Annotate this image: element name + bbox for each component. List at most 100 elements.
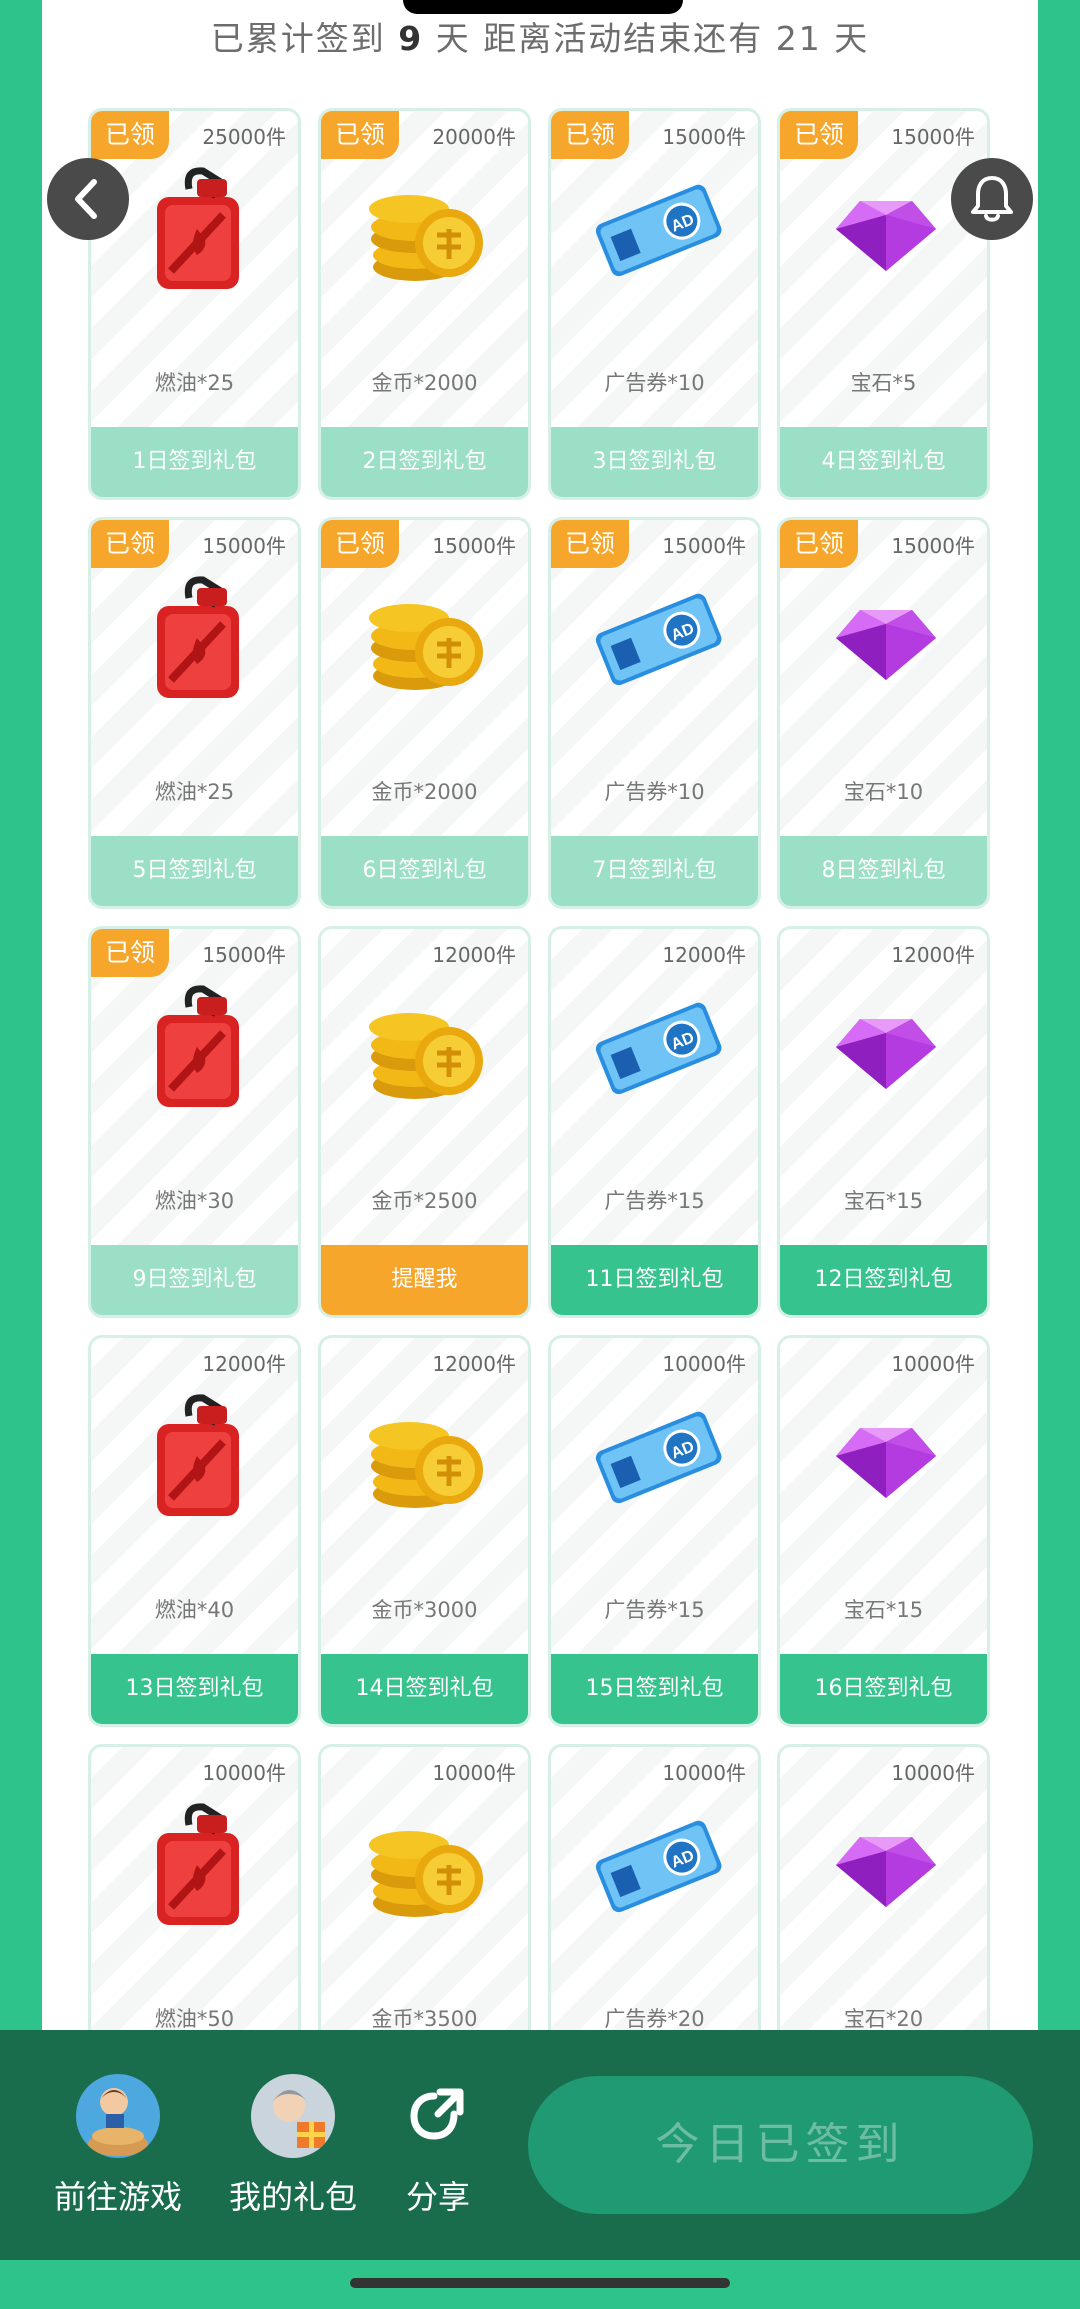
share-icon: [410, 2088, 464, 2140]
reward-card: 12000件 金币*2500 提醒我: [318, 926, 531, 1318]
fuel-can-icon: [127, 1386, 267, 1526]
gift-pack-button[interactable]: 7日签到礼包: [551, 836, 758, 906]
ad-ticket-icon: AD: [587, 1795, 727, 1935]
gift-pack-button[interactable]: 9日签到礼包: [91, 1245, 298, 1315]
game-avatar-icon: [76, 2074, 160, 2158]
reward-name: 宝石*5: [850, 371, 917, 395]
gift-pack-button[interactable]: 3日签到礼包: [551, 427, 758, 497]
gift-pack-button[interactable]: 13日签到礼包: [91, 1654, 298, 1724]
gift-pack-button[interactable]: 2日签到礼包: [321, 427, 528, 497]
fuel-can-icon: [127, 977, 267, 1117]
reward-name: 金币*3500: [371, 2007, 478, 2031]
gold-coins-icon: [357, 1386, 497, 1526]
gift-pack-button[interactable]: 4日签到礼包: [780, 427, 987, 497]
reward-name: 宝石*20: [843, 2007, 924, 2031]
stock-count: 12000件: [202, 1352, 286, 1376]
reward-name: 宝石*15: [843, 1189, 924, 1213]
fuel-can-icon: [127, 568, 267, 708]
reward-name: 金币*2500: [371, 1189, 478, 1213]
stock-count: 12000件: [891, 943, 975, 967]
stock-count: 15000件: [202, 534, 286, 558]
stock-count: 10000件: [432, 1761, 516, 1785]
gift-pack-button[interactable]: 1日签到礼包: [91, 427, 298, 497]
claimed-badge: 已领: [321, 111, 399, 159]
claimed-badge: 已领: [780, 111, 858, 159]
reward-name: 广告券*10: [604, 371, 705, 395]
gift-pack-button[interactable]: 12日签到礼包: [780, 1245, 987, 1315]
claimed-badge: 已领: [551, 520, 629, 568]
stock-count: 12000件: [432, 1352, 516, 1376]
gold-coins-icon: [357, 1795, 497, 1935]
reward-name: 宝石*15: [843, 1598, 924, 1622]
reward-name: 燃油*25: [154, 780, 235, 804]
reward-card: 12000件 金币*3000 14日签到礼包: [318, 1335, 531, 1727]
checkin-summary: 已累计签到 9 天 距离活动结束还有 21 天: [0, 12, 1080, 60]
gift-pack-button[interactable]: 11日签到礼包: [551, 1245, 758, 1315]
claimed-badge: 已领: [91, 520, 169, 568]
reward-card: 已领 15000件 金币*2000 6日签到礼包: [318, 517, 531, 909]
bell-icon: [971, 176, 1013, 222]
summary-suffix: 天: [834, 19, 870, 58]
summary-prefix: 已累计签到: [210, 19, 386, 58]
gift-pack-button[interactable]: 14日签到礼包: [321, 1654, 528, 1724]
ad-ticket-icon: AD: [587, 159, 727, 299]
claimed-badge: 已领: [91, 111, 169, 159]
ad-ticket-icon: AD: [587, 568, 727, 708]
stock-count: 25000件: [202, 125, 286, 149]
reward-card: 已领 15000件 燃油*25 5日签到礼包: [88, 517, 301, 909]
gift-pack-button[interactable]: 15日签到礼包: [551, 1654, 758, 1724]
ad-ticket-icon: AD: [587, 1386, 727, 1526]
purple-gem-icon: [816, 1795, 956, 1935]
back-button[interactable]: [47, 158, 129, 240]
reward-card: 10000件 宝石*15 16日签到礼包: [777, 1335, 990, 1727]
reward-name: 金币*2000: [371, 371, 478, 395]
reward-card: 12000件 燃油*40 13日签到礼包: [88, 1335, 301, 1727]
gift-pack-button[interactable]: 5日签到礼包: [91, 836, 298, 906]
stock-count: 15000件: [202, 943, 286, 967]
reward-name: 广告券*15: [604, 1189, 705, 1213]
summary-middle: 天 距离活动结束还有: [435, 19, 764, 58]
gift-pack-button[interactable]: 8日签到礼包: [780, 836, 987, 906]
gift-pack-button[interactable]: 6日签到礼包: [321, 836, 528, 906]
stock-count: 10000件: [891, 1352, 975, 1376]
reward-name: 燃油*30: [154, 1189, 235, 1213]
reward-name: 燃油*25: [154, 371, 235, 395]
remind-me-button[interactable]: 提醒我: [321, 1245, 528, 1315]
reward-card: 10000件 AD 广告券*15 15日签到礼包: [548, 1335, 761, 1727]
reward-name: 广告券*20: [604, 2007, 705, 2031]
claimed-badge: 已领: [91, 929, 169, 977]
stock-count: 15000件: [891, 534, 975, 558]
stock-count: 15000件: [662, 534, 746, 558]
stock-count: 10000件: [202, 1761, 286, 1785]
stock-count: 10000件: [662, 1761, 746, 1785]
claimed-badge: 已领: [321, 520, 399, 568]
notification-button[interactable]: [951, 158, 1033, 240]
reward-card: 已领 15000件 宝石*10 8日签到礼包: [777, 517, 990, 909]
share-button[interactable]: 分享: [348, 2074, 528, 2218]
gold-coins-icon: [357, 977, 497, 1117]
reward-name: 宝石*10: [843, 780, 924, 804]
stock-count: 15000件: [891, 125, 975, 149]
fuel-can-icon: [127, 159, 267, 299]
purple-gem-icon: [816, 159, 956, 299]
go-game-button[interactable]: 前往游戏: [28, 2074, 208, 2218]
stock-count: 20000件: [432, 125, 516, 149]
reward-card: 已领 20000件 金币*2000 2日签到礼包: [318, 108, 531, 500]
purple-gem-icon: [816, 568, 956, 708]
reward-card: 已领 15000件 AD 广告券*10 3日签到礼包: [548, 108, 761, 500]
gold-coins-icon: [357, 159, 497, 299]
reward-name: 燃油*40: [154, 1598, 235, 1622]
reward-name: 金币*3000: [371, 1598, 478, 1622]
stock-count: 15000件: [662, 125, 746, 149]
stock-count: 12000件: [662, 943, 746, 967]
checkin-button[interactable]: 今日已签到: [528, 2076, 1033, 2214]
gift-pack-button[interactable]: 16日签到礼包: [780, 1654, 987, 1724]
stock-count: 15000件: [432, 534, 516, 558]
reward-name: 广告券*10: [604, 780, 705, 804]
checked-days-count: 9: [398, 19, 424, 58]
claimed-badge: 已领: [551, 111, 629, 159]
bottom-bar: 前往游戏 我的礼包 分享 今日已签到: [0, 2030, 1080, 2260]
purple-gem-icon: [816, 1386, 956, 1526]
reward-card: 12000件 宝石*15 12日签到礼包: [777, 926, 990, 1318]
chevron-left-icon: [75, 179, 97, 219]
